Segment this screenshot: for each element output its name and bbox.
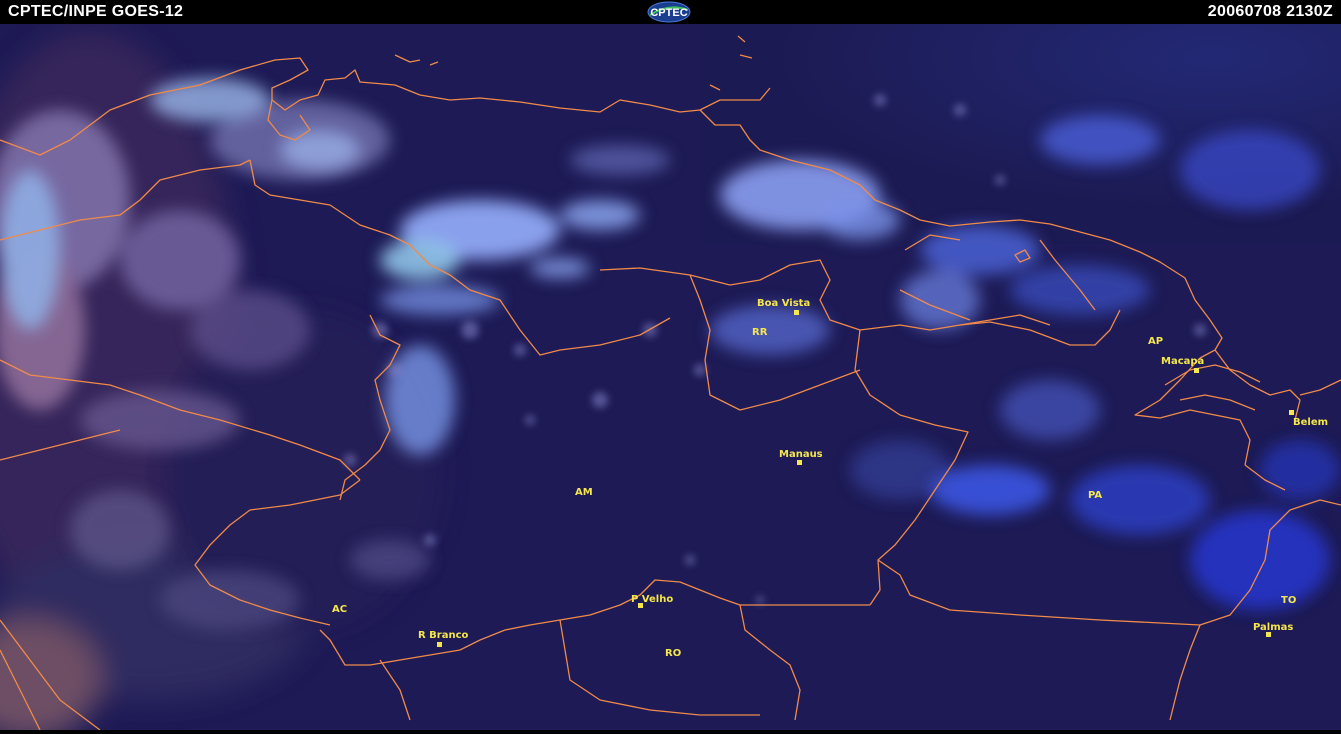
city-marker-boa-vista [794,310,799,315]
header-title: CPTEC/INPE GOES-12 [8,3,184,20]
state-label-ac: AC [332,604,348,615]
city-label-manaus: Manaus [779,449,823,460]
city-marker-r-branco [437,642,442,647]
city-label-boa-vista: Boa Vista [757,298,811,309]
city-label-belem: Belem [1293,417,1329,428]
city-marker-macapa [1194,368,1199,373]
cptec-logo: CPTEC [647,1,691,23]
state-label-am: AM [575,487,593,498]
header-bar: CPTEC/INPE GOES-12 CPTEC 20060708 2130Z [0,0,1341,24]
city-label-r-branco: R Branco [418,630,469,641]
satellite-map: RR AM AP PA AC RO TO Boa Vista Macapa Be… [0,24,1341,734]
city-marker-belem [1289,410,1294,415]
logo-text: CPTEC [650,7,687,19]
city-label-palmas: Palmas [1253,622,1294,633]
state-label-rr: RR [752,327,768,338]
satellite-image [0,24,1341,734]
header-timestamp: 20060708 2130Z [1207,3,1333,20]
city-marker-p-velho [638,603,643,608]
city-label-macapa: Macapa [1161,356,1205,367]
state-label-ap: AP [1148,336,1164,347]
city-marker-manaus [797,460,802,465]
city-marker-palmas [1266,632,1271,637]
state-label-to: TO [1281,595,1297,606]
state-label-ro: RO [665,648,682,659]
state-label-pa: PA [1088,490,1103,501]
